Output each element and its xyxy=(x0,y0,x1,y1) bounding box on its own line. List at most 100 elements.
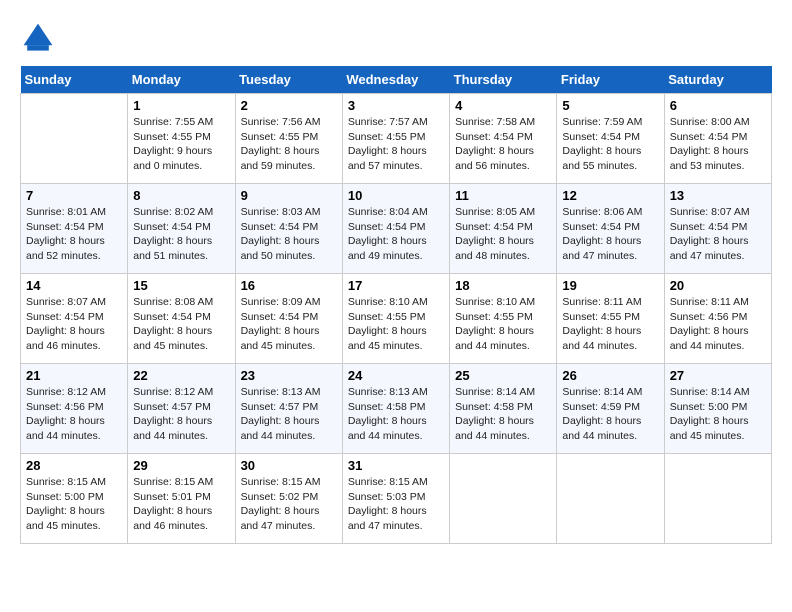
sunrise-text: Sunrise: 8:15 AM xyxy=(348,475,444,490)
sunrise-text: Sunrise: 7:56 AM xyxy=(241,115,337,130)
sunrise-text: Sunrise: 7:58 AM xyxy=(455,115,551,130)
sunrise-text: Sunrise: 8:10 AM xyxy=(455,295,551,310)
daylight-text: Daylight: 8 hours and 47 minutes. xyxy=(348,504,444,533)
day-number: 30 xyxy=(241,458,337,473)
day-info: Sunrise: 8:15 AM Sunset: 5:01 PM Dayligh… xyxy=(133,475,229,534)
day-info: Sunrise: 8:07 AM Sunset: 4:54 PM Dayligh… xyxy=(26,295,122,354)
calendar-cell: 19 Sunrise: 8:11 AM Sunset: 4:55 PM Dayl… xyxy=(557,274,664,364)
sunrise-text: Sunrise: 8:02 AM xyxy=(133,205,229,220)
day-number: 5 xyxy=(562,98,658,113)
day-number: 8 xyxy=(133,188,229,203)
sunrise-text: Sunrise: 8:12 AM xyxy=(133,385,229,400)
day-info: Sunrise: 8:11 AM Sunset: 4:56 PM Dayligh… xyxy=(670,295,766,354)
calendar-cell: 30 Sunrise: 8:15 AM Sunset: 5:02 PM Dayl… xyxy=(235,454,342,544)
day-number: 9 xyxy=(241,188,337,203)
sunset-text: Sunset: 4:58 PM xyxy=(348,400,444,415)
sunset-text: Sunset: 5:00 PM xyxy=(26,490,122,505)
calendar-cell: 27 Sunrise: 8:14 AM Sunset: 5:00 PM Dayl… xyxy=(664,364,771,454)
day-number: 6 xyxy=(670,98,766,113)
daylight-text: Daylight: 8 hours and 49 minutes. xyxy=(348,234,444,263)
sunset-text: Sunset: 4:54 PM xyxy=(241,220,337,235)
sunrise-text: Sunrise: 8:15 AM xyxy=(133,475,229,490)
sunset-text: Sunset: 5:02 PM xyxy=(241,490,337,505)
day-number: 20 xyxy=(670,278,766,293)
calendar-cell: 12 Sunrise: 8:06 AM Sunset: 4:54 PM Dayl… xyxy=(557,184,664,274)
day-number: 1 xyxy=(133,98,229,113)
calendar-cell: 1 Sunrise: 7:55 AM Sunset: 4:55 PM Dayli… xyxy=(128,94,235,184)
day-number: 18 xyxy=(455,278,551,293)
sunrise-text: Sunrise: 7:55 AM xyxy=(133,115,229,130)
calendar-cell: 28 Sunrise: 8:15 AM Sunset: 5:00 PM Dayl… xyxy=(21,454,128,544)
weekday-header-row: SundayMondayTuesdayWednesdayThursdayFrid… xyxy=(21,66,772,94)
daylight-text: Daylight: 8 hours and 47 minutes. xyxy=(562,234,658,263)
sunrise-text: Sunrise: 8:07 AM xyxy=(670,205,766,220)
day-info: Sunrise: 8:10 AM Sunset: 4:55 PM Dayligh… xyxy=(348,295,444,354)
calendar-cell xyxy=(557,454,664,544)
day-info: Sunrise: 7:58 AM Sunset: 4:54 PM Dayligh… xyxy=(455,115,551,174)
day-info: Sunrise: 7:57 AM Sunset: 4:55 PM Dayligh… xyxy=(348,115,444,174)
day-number: 7 xyxy=(26,188,122,203)
sunset-text: Sunset: 5:00 PM xyxy=(670,400,766,415)
sunset-text: Sunset: 4:54 PM xyxy=(670,220,766,235)
sunset-text: Sunset: 4:55 PM xyxy=(348,310,444,325)
calendar-cell: 15 Sunrise: 8:08 AM Sunset: 4:54 PM Dayl… xyxy=(128,274,235,364)
day-info: Sunrise: 7:59 AM Sunset: 4:54 PM Dayligh… xyxy=(562,115,658,174)
day-number: 23 xyxy=(241,368,337,383)
sunrise-text: Sunrise: 8:14 AM xyxy=(562,385,658,400)
day-number: 15 xyxy=(133,278,229,293)
calendar-cell: 4 Sunrise: 7:58 AM Sunset: 4:54 PM Dayli… xyxy=(450,94,557,184)
calendar-week-1: 1 Sunrise: 7:55 AM Sunset: 4:55 PM Dayli… xyxy=(21,94,772,184)
sunrise-text: Sunrise: 7:57 AM xyxy=(348,115,444,130)
sunrise-text: Sunrise: 8:09 AM xyxy=(241,295,337,310)
sunset-text: Sunset: 4:59 PM xyxy=(562,400,658,415)
daylight-text: Daylight: 8 hours and 45 minutes. xyxy=(670,414,766,443)
sunrise-text: Sunrise: 8:10 AM xyxy=(348,295,444,310)
sunset-text: Sunset: 4:55 PM xyxy=(348,130,444,145)
sunset-text: Sunset: 4:54 PM xyxy=(133,220,229,235)
daylight-text: Daylight: 8 hours and 45 minutes. xyxy=(133,324,229,353)
day-number: 31 xyxy=(348,458,444,473)
weekday-header-friday: Friday xyxy=(557,66,664,94)
sunrise-text: Sunrise: 8:13 AM xyxy=(348,385,444,400)
page-header xyxy=(20,20,772,56)
day-info: Sunrise: 8:13 AM Sunset: 4:57 PM Dayligh… xyxy=(241,385,337,444)
calendar-week-5: 28 Sunrise: 8:15 AM Sunset: 5:00 PM Dayl… xyxy=(21,454,772,544)
daylight-text: Daylight: 8 hours and 44 minutes. xyxy=(670,324,766,353)
sunrise-text: Sunrise: 8:15 AM xyxy=(241,475,337,490)
sunset-text: Sunset: 4:54 PM xyxy=(348,220,444,235)
sunset-text: Sunset: 4:54 PM xyxy=(26,220,122,235)
sunrise-text: Sunrise: 8:11 AM xyxy=(562,295,658,310)
sunrise-text: Sunrise: 8:11 AM xyxy=(670,295,766,310)
calendar-cell: 18 Sunrise: 8:10 AM Sunset: 4:55 PM Dayl… xyxy=(450,274,557,364)
calendar-cell: 21 Sunrise: 8:12 AM Sunset: 4:56 PM Dayl… xyxy=(21,364,128,454)
weekday-header-sunday: Sunday xyxy=(21,66,128,94)
calendar-cell: 22 Sunrise: 8:12 AM Sunset: 4:57 PM Dayl… xyxy=(128,364,235,454)
daylight-text: Daylight: 8 hours and 47 minutes. xyxy=(241,504,337,533)
daylight-text: Daylight: 8 hours and 50 minutes. xyxy=(241,234,337,263)
calendar-cell: 16 Sunrise: 8:09 AM Sunset: 4:54 PM Dayl… xyxy=(235,274,342,364)
day-number: 25 xyxy=(455,368,551,383)
calendar-table: SundayMondayTuesdayWednesdayThursdayFrid… xyxy=(20,66,772,544)
sunset-text: Sunset: 4:54 PM xyxy=(455,130,551,145)
daylight-text: Daylight: 8 hours and 44 minutes. xyxy=(455,324,551,353)
sunset-text: Sunset: 5:03 PM xyxy=(348,490,444,505)
sunset-text: Sunset: 4:56 PM xyxy=(670,310,766,325)
day-number: 4 xyxy=(455,98,551,113)
calendar-cell: 5 Sunrise: 7:59 AM Sunset: 4:54 PM Dayli… xyxy=(557,94,664,184)
day-info: Sunrise: 8:12 AM Sunset: 4:57 PM Dayligh… xyxy=(133,385,229,444)
calendar-cell: 8 Sunrise: 8:02 AM Sunset: 4:54 PM Dayli… xyxy=(128,184,235,274)
sunset-text: Sunset: 5:01 PM xyxy=(133,490,229,505)
day-info: Sunrise: 8:15 AM Sunset: 5:02 PM Dayligh… xyxy=(241,475,337,534)
day-number: 19 xyxy=(562,278,658,293)
weekday-header-wednesday: Wednesday xyxy=(342,66,449,94)
day-number: 26 xyxy=(562,368,658,383)
calendar-week-3: 14 Sunrise: 8:07 AM Sunset: 4:54 PM Dayl… xyxy=(21,274,772,364)
daylight-text: Daylight: 8 hours and 44 minutes. xyxy=(562,324,658,353)
day-info: Sunrise: 8:05 AM Sunset: 4:54 PM Dayligh… xyxy=(455,205,551,264)
sunrise-text: Sunrise: 8:08 AM xyxy=(133,295,229,310)
daylight-text: Daylight: 8 hours and 47 minutes. xyxy=(670,234,766,263)
day-number: 29 xyxy=(133,458,229,473)
daylight-text: Daylight: 8 hours and 52 minutes. xyxy=(26,234,122,263)
sunset-text: Sunset: 4:58 PM xyxy=(455,400,551,415)
calendar-week-2: 7 Sunrise: 8:01 AM Sunset: 4:54 PM Dayli… xyxy=(21,184,772,274)
